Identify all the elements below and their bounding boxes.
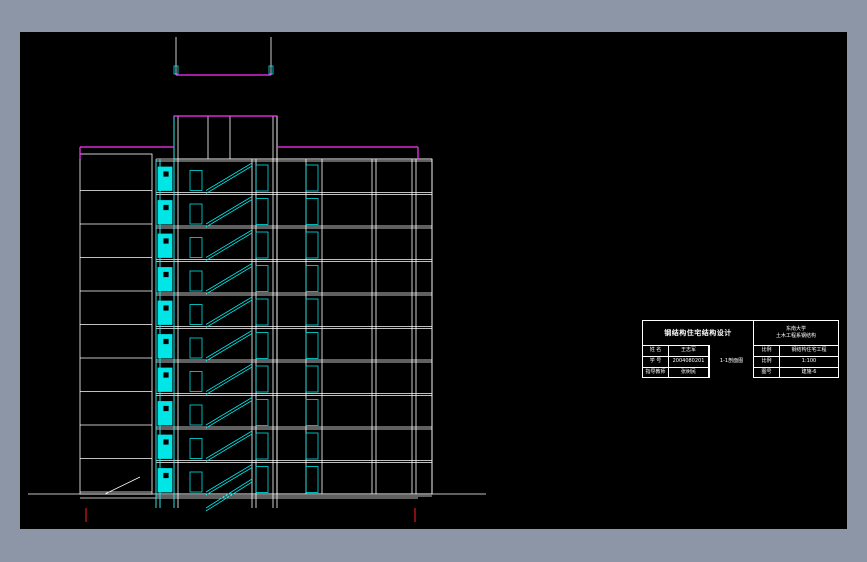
unit-door: [305, 231, 319, 259]
item1-label: 比例: [754, 345, 780, 356]
unit-door: [305, 466, 319, 493]
stair-flight: [205, 433, 253, 462]
core-door: [255, 231, 269, 259]
school-line-2: 土木工程系钢结构: [775, 333, 816, 339]
core-door: [255, 198, 269, 225]
unit-door: [305, 365, 319, 393]
roof-lines: [79, 74, 419, 159]
stair-and-door-lines: [155, 65, 319, 512]
stair-door: [189, 471, 203, 493]
stair-flight: [205, 232, 253, 261]
core-door: [255, 164, 269, 192]
student-id-value: 2004080201: [669, 356, 709, 367]
elevator-block: [157, 233, 173, 258]
stair-flight: [205, 162, 253, 191]
item3-value: 建施-6: [801, 369, 817, 375]
core-door: [255, 332, 269, 359]
stair-door: [189, 203, 203, 225]
project-title: 钢结构住宅结构设计: [643, 321, 754, 345]
cad-drawing-canvas[interactable]: 钢结构住宅结构设计 东南大学 土木工程系钢结构 姓 名 王志军 比例 钢结构住宅…: [20, 32, 847, 529]
ramp-line: [104, 476, 141, 495]
elevator-window: [162, 271, 170, 278]
stair-flight: [205, 464, 253, 493]
unit-door: [305, 399, 319, 426]
elevator-window: [162, 170, 170, 178]
stair-flight: [205, 397, 253, 426]
school-name: 东南大学 土木工程系钢结构: [754, 321, 838, 345]
elevator-block: [157, 367, 173, 392]
elevator-block: [157, 401, 173, 426]
elevator-window: [162, 204, 170, 211]
unit-door: [305, 198, 319, 225]
stair-flight: [205, 333, 253, 362]
elevator-block: [157, 300, 173, 325]
elevator-window: [162, 304, 170, 312]
designer-value: 王志军: [669, 345, 709, 356]
unit-door: [305, 332, 319, 359]
stair-flight: [205, 467, 253, 496]
stair-door: [189, 304, 203, 325]
stair-flight: [205, 481, 253, 512]
stair-flight: [205, 263, 253, 292]
stair-flight: [205, 478, 253, 509]
stair-door: [189, 337, 203, 359]
elevator-window: [162, 438, 170, 446]
core-door: [255, 466, 269, 493]
student-id-label: 学 号: [643, 356, 669, 367]
stair-flight: [205, 363, 253, 392]
elevator-window: [162, 472, 170, 479]
stair-flight: [205, 296, 253, 325]
elevator-block: [157, 468, 173, 493]
stair-flight: [205, 330, 253, 359]
stair-door: [189, 438, 203, 459]
stair-flight: [205, 266, 253, 295]
item3-label: 图号: [754, 367, 780, 378]
building-outline: [28, 37, 486, 508]
item2-value: 1:100: [801, 358, 817, 364]
unit-door: [305, 298, 319, 326]
stair-door: [189, 270, 203, 292]
unit-door: [305, 164, 319, 192]
title-block: 钢结构住宅结构设计 东南大学 土木工程系钢结构 姓 名 王志军 比例 钢结构住宅…: [642, 320, 839, 378]
core-door: [255, 265, 269, 292]
school-line-1: 东南大学: [785, 326, 806, 332]
elevator-block: [157, 434, 173, 459]
core-door: [255, 432, 269, 460]
stair-door: [189, 170, 203, 191]
elevator-block: [157, 334, 173, 359]
item1-value: 钢结构住宅工程: [791, 347, 827, 353]
core-door: [255, 365, 269, 393]
stair-door: [189, 404, 203, 426]
stair-flight: [205, 366, 253, 395]
stair-flight: [205, 229, 253, 258]
unit-door: [305, 265, 319, 292]
advisor-label: 指导教师: [643, 367, 669, 378]
stair-flight: [205, 165, 253, 194]
left-wing-outline: [79, 153, 153, 495]
elevator-block: [157, 200, 173, 225]
stair-door: [189, 371, 203, 392]
elevator-window: [162, 371, 170, 379]
drawing-name: 1-1剖面图: [709, 345, 754, 378]
stair-flight: [205, 199, 253, 228]
elevator-window: [162, 237, 170, 245]
elevator-window: [162, 405, 170, 412]
unit-door: [305, 432, 319, 460]
stair-flight: [205, 400, 253, 429]
stair-flight: [205, 299, 253, 328]
core-door: [255, 298, 269, 326]
elevator-window: [162, 338, 170, 345]
section-elevation-drawing: [28, 37, 486, 522]
stair-flight: [205, 430, 253, 459]
designer-label: 姓 名: [643, 345, 669, 356]
stair-tower-head: [173, 115, 278, 160]
core-door: [255, 399, 269, 426]
elevator-block: [157, 267, 173, 292]
stair-door: [189, 237, 203, 258]
axis-markers: [85, 508, 416, 522]
advisor-value: 张树民: [669, 367, 709, 378]
elevator-block: [157, 166, 173, 191]
stair-flight: [205, 196, 253, 225]
item2-label: 比例: [754, 356, 780, 367]
